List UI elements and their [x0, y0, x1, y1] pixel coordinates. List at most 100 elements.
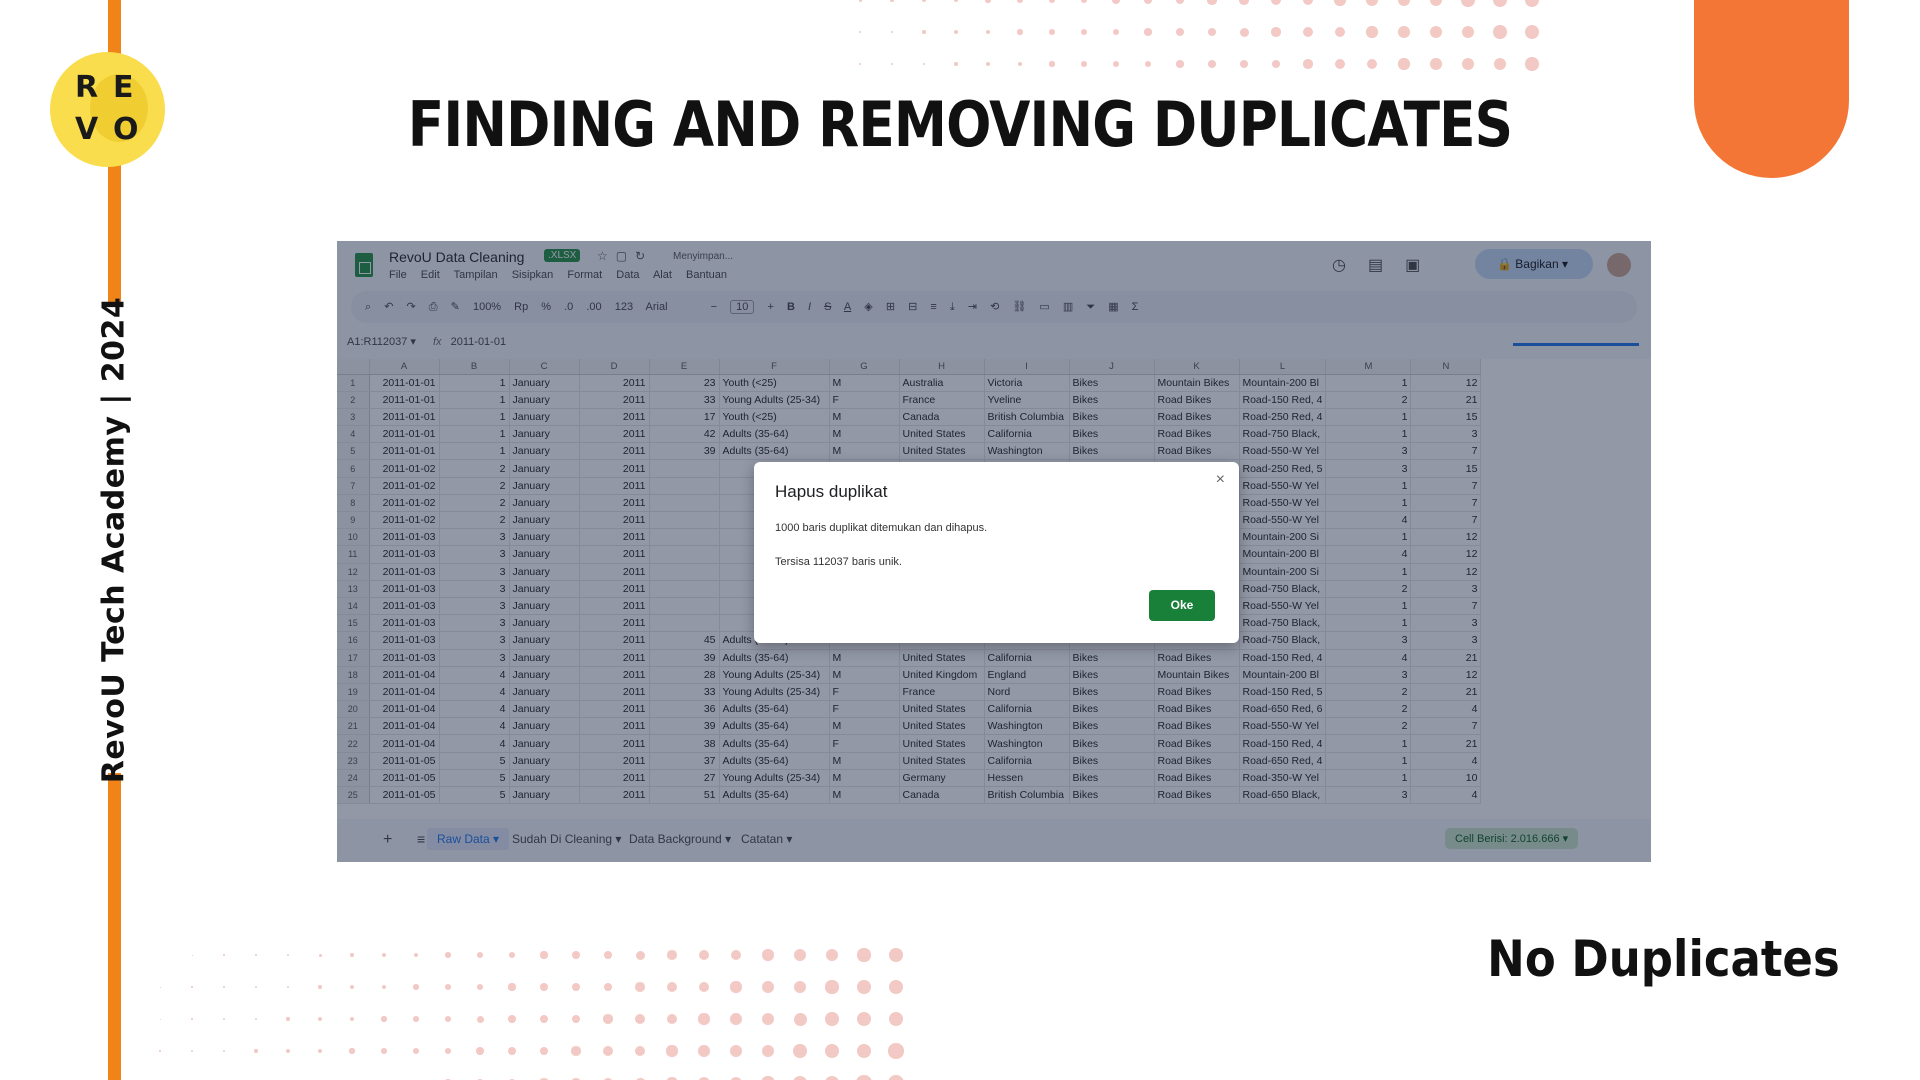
dot — [571, 982, 581, 992]
dot — [1525, 57, 1539, 71]
dot — [634, 1045, 646, 1057]
dot — [888, 979, 904, 995]
dot — [1366, 58, 1378, 70]
slide: RevoU Tech Academy | 2024 R E V O FINDIN… — [0, 0, 1920, 1080]
dialog-message-removed: 1000 baris duplikat ditemukan dan dihapu… — [775, 522, 988, 534]
dot — [890, 30, 894, 34]
spreadsheet-screenshot: RevoU Data Cleaning .XLSX ☆▢↻ Menyimpan.… — [337, 241, 1651, 862]
dot — [444, 1047, 452, 1055]
dot — [889, 948, 903, 962]
dot — [1239, 0, 1249, 5]
dot — [191, 986, 193, 988]
dot — [635, 1014, 645, 1024]
dot — [1080, 0, 1088, 4]
dot — [476, 983, 484, 991]
dot — [317, 1048, 323, 1054]
dot — [1493, 57, 1507, 71]
dot — [793, 980, 807, 994]
close-icon[interactable]: × — [1216, 471, 1225, 489]
logo-letter: R — [75, 70, 99, 105]
dot — [413, 984, 419, 990]
dot — [1302, 26, 1314, 38]
dot — [953, 0, 959, 3]
dot — [858, 0, 862, 2]
dot — [1239, 27, 1249, 37]
dot — [793, 1076, 807, 1080]
dot — [381, 952, 387, 958]
dot — [539, 1046, 549, 1056]
dot — [1144, 28, 1152, 36]
accent-bar-bottom — [108, 773, 121, 1080]
logo-letter: V — [75, 112, 99, 147]
dot — [825, 980, 839, 994]
dot — [824, 1075, 840, 1080]
dot — [539, 1014, 549, 1024]
dot — [953, 29, 959, 35]
dot — [986, 62, 990, 66]
dot — [858, 30, 862, 34]
dot — [825, 1012, 839, 1026]
dot — [761, 1076, 775, 1080]
remove-duplicates-dialog: Hapus duplikat × 1000 baris duplikat dit… — [754, 462, 1239, 643]
dot — [985, 0, 991, 3]
dot — [1524, 0, 1540, 8]
dot — [1239, 59, 1249, 69]
dot — [445, 984, 451, 990]
dot — [1112, 28, 1120, 36]
dot — [603, 1014, 613, 1024]
dot — [730, 949, 742, 961]
dot — [1144, 0, 1152, 4]
dialog-message-remaining: Tersisa 112037 baris unik. — [775, 556, 902, 568]
dot — [603, 982, 613, 992]
dot — [1398, 26, 1410, 38]
dot — [922, 30, 926, 34]
dot — [856, 1011, 872, 1027]
dot — [888, 1011, 904, 1027]
dot — [698, 1013, 710, 1025]
dot — [1366, 0, 1378, 6]
dot — [1303, 59, 1313, 69]
dot — [508, 1015, 516, 1023]
dot — [1461, 0, 1475, 7]
dot — [412, 1047, 420, 1055]
dot — [381, 1048, 387, 1054]
dot — [603, 950, 613, 960]
dot — [222, 1049, 226, 1053]
dot — [508, 983, 516, 991]
dot — [255, 954, 257, 956]
dot — [1271, 27, 1281, 37]
dot — [1175, 0, 1185, 5]
dot — [1334, 0, 1346, 6]
slide-subtitle: No Duplicates — [1487, 930, 1840, 988]
dot — [666, 981, 678, 993]
dot — [318, 985, 322, 989]
dot — [888, 1043, 904, 1059]
dot — [476, 1047, 484, 1055]
dot — [1208, 60, 1216, 68]
dot — [635, 982, 645, 992]
dot — [666, 1013, 678, 1025]
dot — [1112, 60, 1120, 68]
dot — [825, 948, 839, 962]
dot — [1270, 0, 1282, 6]
dot — [985, 29, 991, 35]
dot — [761, 1012, 775, 1026]
dot — [1207, 0, 1217, 5]
dot — [1081, 61, 1087, 67]
dot — [888, 1075, 904, 1080]
dot — [1461, 25, 1475, 39]
ok-button[interactable]: Oke — [1149, 590, 1215, 621]
dot — [445, 952, 451, 958]
dot — [698, 981, 710, 993]
dot — [761, 1044, 775, 1058]
dot — [856, 1043, 872, 1059]
dot — [507, 1046, 517, 1056]
dot — [729, 1044, 743, 1058]
dot — [635, 950, 645, 960]
dot — [222, 1017, 226, 1021]
dot — [254, 985, 258, 989]
dot — [191, 954, 193, 956]
dot — [1429, 0, 1443, 7]
dot — [1176, 60, 1184, 68]
dot — [159, 1018, 161, 1020]
